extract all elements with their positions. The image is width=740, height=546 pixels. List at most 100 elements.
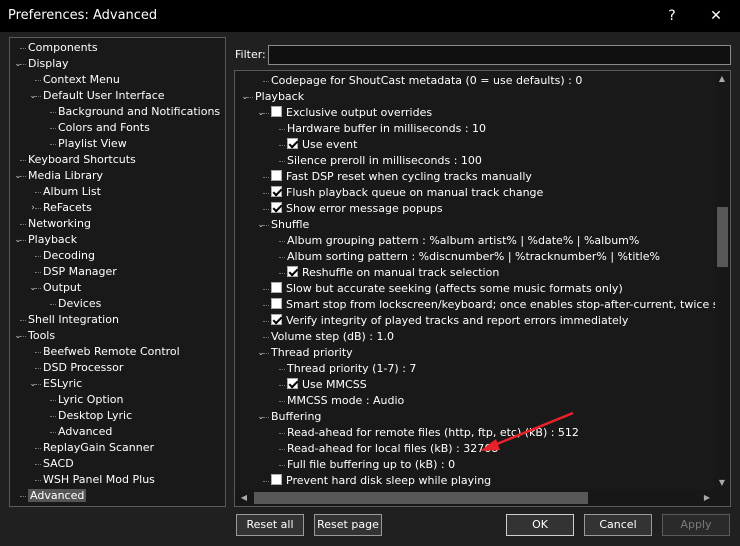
checkbox[interactable]	[271, 202, 282, 213]
checkbox[interactable]	[271, 186, 282, 197]
tree-item[interactable]: Shell Integration	[28, 312, 119, 328]
setting-item[interactable]: Thread priority	[271, 345, 353, 361]
checkbox[interactable]	[271, 314, 282, 325]
setting-item[interactable]: Use MMCSS	[287, 377, 367, 393]
tree-item[interactable]: ReFacets	[43, 200, 92, 216]
tree-connector	[50, 112, 56, 113]
setting-item[interactable]: Hardware buffer in milliseconds : 10	[287, 121, 486, 137]
setting-item[interactable]: Full file buffering up to (kB) : 0	[287, 457, 455, 473]
checkbox[interactable]	[271, 474, 282, 485]
chevron-down-icon[interactable]: ⌄	[28, 376, 38, 392]
tree-item[interactable]: Keyboard Shortcuts	[28, 152, 136, 168]
checkbox[interactable]	[287, 266, 298, 277]
chevron-down-icon[interactable]: ⌄	[240, 89, 250, 105]
setting-item[interactable]: Fast DSP reset when cycling tracks manua…	[271, 169, 532, 185]
setting-item[interactable]: MMCSS mode : Audio	[287, 393, 404, 409]
tree-item[interactable]: ReplayGain Scanner	[43, 440, 154, 456]
setting-item[interactable]: Thread priority (1-7) : 7	[287, 361, 416, 377]
setting-item[interactable]: Flush playback queue on manual track cha…	[271, 185, 543, 201]
reset-page-button[interactable]: Reset page	[314, 514, 382, 536]
tree-item[interactable]: Decoding	[43, 248, 95, 264]
chevron-down-icon[interactable]: ⌄	[256, 217, 266, 233]
setting-item[interactable]: Reshuffle on manual track selection	[287, 265, 499, 281]
setting-item[interactable]: Slow but accurate seeking (affects some …	[271, 281, 623, 297]
setting-item[interactable]: Album sorting pattern : %discnumber% | %…	[287, 249, 660, 265]
tree-item[interactable]: Lyric Option	[58, 392, 123, 408]
tree-item[interactable]: Default User Interface	[43, 88, 165, 104]
scroll-right-icon[interactable]: ▶	[701, 493, 713, 502]
chevron-down-icon[interactable]: ⌄	[256, 409, 266, 425]
setting-item[interactable]: Prevent hard disk sleep while playing	[271, 473, 491, 489]
checkbox[interactable]	[271, 106, 282, 117]
checkbox[interactable]	[287, 378, 298, 389]
setting-item[interactable]: Shuffle	[271, 217, 309, 233]
apply-button[interactable]: Apply	[662, 514, 730, 536]
preferences-tree[interactable]: Components ⌄ Display Context Menu ⌄ Default U…	[9, 37, 226, 507]
scroll-left-icon[interactable]: ◀	[238, 493, 250, 502]
checkbox[interactable]	[287, 138, 298, 149]
tree-item[interactable]: Networking	[28, 216, 91, 232]
tree-item[interactable]: Display	[28, 56, 69, 72]
tree-item[interactable]: Album List	[43, 184, 101, 200]
vertical-scrollbar[interactable]	[715, 71, 730, 490]
checkbox[interactable]	[271, 282, 282, 293]
tree-item[interactable]: Output	[43, 280, 81, 296]
setting-item[interactable]: Codepage for ShoutCast metadata (0 = use…	[271, 73, 582, 89]
tree-item[interactable]: ESLyric	[43, 376, 82, 392]
setting-item[interactable]: Silence preroll in milliseconds : 100	[287, 153, 482, 169]
horizontal-scroll-thumb[interactable]	[254, 492, 588, 504]
setting-item[interactable]: Verify integrity of played tracks and re…	[271, 313, 628, 329]
setting-item[interactable]: Show error message popups	[271, 201, 443, 217]
vertical-scroll-thumb[interactable]	[717, 207, 728, 267]
tree-item[interactable]: Advanced	[58, 424, 112, 440]
chevron-down-icon[interactable]: ⌄	[13, 56, 23, 72]
tree-item[interactable]: Media Library	[28, 168, 103, 184]
tree-item[interactable]: DSP Manager	[43, 264, 117, 280]
tree-item[interactable]: Context Menu	[43, 72, 120, 88]
setting-item[interactable]: Exclusive output overrides	[271, 105, 432, 121]
filter-input[interactable]	[268, 45, 731, 65]
checkbox[interactable]	[271, 298, 282, 309]
setting-item-label: Fast DSP reset when cycling tracks manua…	[286, 170, 532, 183]
chevron-down-icon[interactable]: ⌄	[13, 328, 23, 344]
setting-item[interactable]: Read-ahead for local files (kB) : 32768	[287, 441, 498, 457]
tree-item[interactable]: Colors and Fonts	[58, 120, 150, 136]
setting-item[interactable]: Smart stop from lockscreen/keyboard; onc…	[271, 297, 730, 313]
chevron-down-icon[interactable]: ⌄	[28, 280, 38, 296]
checkbox[interactable]	[271, 170, 282, 181]
setting-item[interactable]: Use event	[287, 137, 357, 153]
chevron-down-icon[interactable]: ⌄	[256, 105, 266, 121]
cancel-button[interactable]: Cancel	[584, 514, 652, 536]
tree-item-label: Devices	[58, 297, 102, 310]
tree-item[interactable]: WSH Panel Mod Plus	[43, 472, 155, 488]
setting-item[interactable]: Playback	[255, 89, 304, 105]
setting-item[interactable]: Album grouping pattern : %album artist% …	[287, 233, 639, 249]
tree-item[interactable]: SACD	[43, 456, 74, 472]
chevron-down-icon[interactable]: ⌄	[256, 345, 266, 361]
tree-item[interactable]: Background and Notifications	[58, 104, 220, 120]
chevron-down-icon[interactable]: ⌄	[28, 88, 38, 104]
tree-item[interactable]: Beefweb Remote Control	[43, 344, 180, 360]
tree-item[interactable]: Desktop Lyric	[58, 408, 132, 424]
ok-button[interactable]: OK	[506, 514, 574, 536]
tree-item[interactable]: Advanced	[28, 488, 87, 504]
close-button[interactable]: ✕	[705, 6, 727, 26]
setting-item[interactable]: Volume step (dB) : 1.0	[271, 329, 394, 345]
scroll-down-icon[interactable]: ▼	[716, 478, 728, 487]
tree-item[interactable]: Components	[28, 40, 98, 56]
reset-all-button[interactable]: Reset all	[236, 514, 304, 536]
tree-item[interactable]: Playlist View	[58, 136, 127, 152]
tree-item[interactable]: Playback	[28, 232, 77, 248]
help-button[interactable]: ?	[661, 6, 683, 26]
tree-item[interactable]: DSD Processor	[43, 360, 123, 376]
tree-item[interactable]: Tools	[28, 328, 55, 344]
tree-item[interactable]: Devices	[58, 296, 101, 312]
setting-item-label: Thread priority (1-7) : 7	[287, 362, 417, 375]
scroll-up-icon[interactable]: ▲	[716, 74, 728, 83]
tree-item-label: Tools	[28, 329, 56, 342]
tree-item-label: Playlist View	[58, 137, 127, 150]
chevron-down-icon[interactable]: ⌄	[13, 168, 23, 184]
chevron-right-icon[interactable]: ›	[28, 200, 38, 216]
setting-item[interactable]: Buffering	[271, 409, 321, 425]
chevron-down-icon[interactable]: ⌄	[13, 232, 23, 248]
